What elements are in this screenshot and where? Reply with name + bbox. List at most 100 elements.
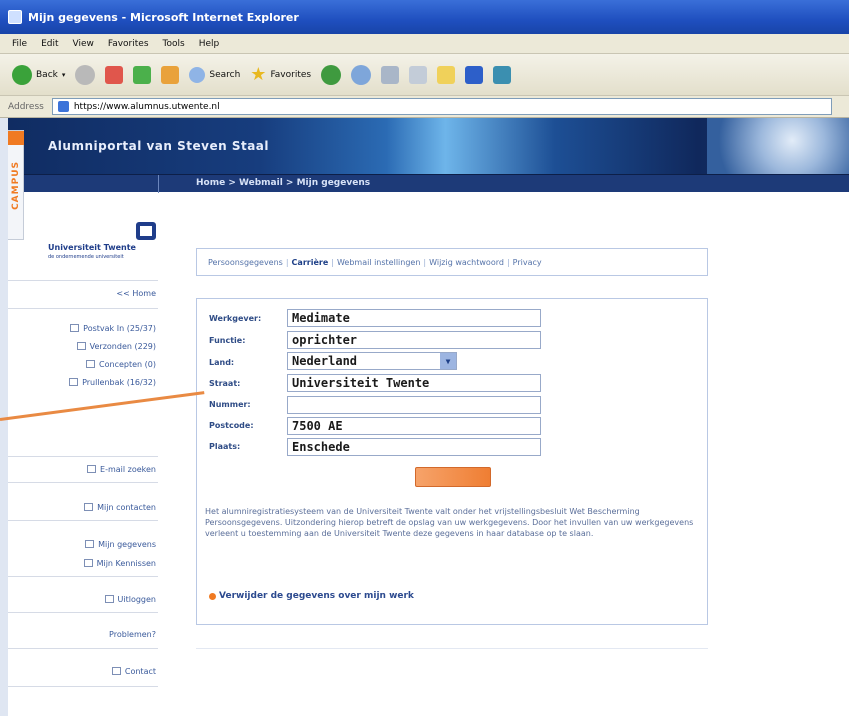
- ie-icon: [8, 10, 22, 24]
- street-label: Straat:: [209, 379, 241, 388]
- concepts-icon: [86, 360, 96, 368]
- sidebar-divider: [8, 576, 158, 577]
- address-url: https://www.alumnus.utwente.nl: [73, 101, 220, 112]
- content-divider: [196, 648, 708, 649]
- delete-work-data-label: Verwijder de gegevens over mijn werk: [219, 591, 414, 601]
- folder-icon[interactable]: [437, 65, 456, 84]
- campus-tab[interactable]: CAMPUS: [8, 130, 24, 240]
- sidebar-item-problems[interactable]: Problemen?: [8, 623, 158, 645]
- country-select[interactable]: Nederland ▼: [287, 352, 457, 370]
- menu-view[interactable]: View: [73, 39, 94, 49]
- bluetooth-icon[interactable]: [465, 65, 484, 84]
- sidebar-item-trash[interactable]: Prullenbak (16/32): [8, 371, 158, 393]
- nav-divider: [158, 175, 159, 193]
- chevron-down-icon: ▾: [61, 70, 66, 79]
- number-input[interactable]: [287, 396, 541, 414]
- save-button[interactable]: [415, 467, 491, 487]
- window-titlebar: Mijn gegevens - Microsoft Internet Explo…: [0, 0, 849, 34]
- logo-tagline: de ondernemende universiteit: [48, 254, 124, 260]
- tab-change-password[interactable]: Wijzig wachtwoord: [426, 258, 507, 267]
- campus-tab-stripe: [8, 131, 24, 145]
- career-form: Werkgever: Functie: Land: Nederland ▼ St…: [196, 298, 708, 625]
- search-icon: [189, 66, 206, 83]
- function-input[interactable]: [287, 331, 541, 349]
- delete-work-data-link[interactable]: Verwijder de gegevens over mijn werk: [209, 591, 414, 601]
- city-input[interactable]: [287, 438, 541, 456]
- sidebar-divider: [8, 308, 158, 309]
- logout-icon: [104, 595, 114, 603]
- forward-button[interactable]: [75, 64, 96, 85]
- edit-icon[interactable]: [409, 65, 428, 84]
- stop-icon[interactable]: [105, 65, 124, 84]
- postcode-label: Postcode:: [209, 421, 254, 430]
- home-icon[interactable]: [161, 65, 180, 84]
- number-label: Nummer:: [209, 400, 251, 409]
- city-label: Plaats:: [209, 442, 241, 451]
- street-input[interactable]: [287, 374, 541, 392]
- sidebar-item-my-friends[interactable]: Mijn Kennissen: [8, 552, 158, 574]
- media-icon[interactable]: [321, 64, 342, 85]
- menu-file[interactable]: File: [12, 39, 27, 49]
- sidebar-divider: [8, 648, 158, 649]
- print-icon[interactable]: [381, 65, 400, 84]
- messenger-icon[interactable]: [493, 65, 512, 84]
- postcode-input[interactable]: [287, 417, 541, 435]
- sidebar-item-label: Uitloggen: [117, 594, 156, 604]
- ut-logo-icon: [136, 222, 156, 240]
- breadcrumb[interactable]: Home > Webmail > Mijn gegevens: [196, 178, 370, 188]
- nav-bar: Home > Webmail > Mijn gegevens: [8, 174, 849, 193]
- tab-webmail-settings[interactable]: Webmail instellingen: [334, 258, 423, 267]
- page-content: Alumniportal van Steven Staal Home > Web…: [8, 118, 849, 716]
- contacts-icon: [84, 503, 94, 511]
- sidebar-item-contact[interactable]: Contact: [8, 660, 158, 682]
- search-icon: [87, 465, 97, 473]
- portal-banner: Alumniportal van Steven Staal: [8, 118, 849, 174]
- address-label: Address: [8, 101, 44, 112]
- sidebar-item-email-search[interactable]: E-mail zoeken: [8, 458, 158, 480]
- sidebar-item-contacts[interactable]: Mijn contacten: [8, 496, 158, 518]
- menu-help[interactable]: Help: [199, 39, 220, 49]
- campus-tab-label: CAMPUS: [10, 160, 21, 210]
- refresh-icon[interactable]: [133, 65, 152, 84]
- menu-favorites[interactable]: Favorites: [108, 39, 149, 49]
- window-title: Mijn gegevens - Microsoft Internet Explo…: [28, 10, 299, 24]
- sidebar-item-home[interactable]: << Home: [8, 282, 158, 304]
- menu-tools[interactable]: Tools: [163, 39, 185, 49]
- tab-privacy[interactable]: Privacy: [510, 258, 545, 267]
- sidebar-item-label: Mijn Kennissen: [96, 558, 156, 568]
- sent-icon: [76, 342, 86, 350]
- mail-icon[interactable]: [351, 64, 372, 85]
- sidebar-item-label: Mijn gegevens: [98, 539, 156, 549]
- settings-tabs: Persoonsgegevens | Carrière | Webmail in…: [196, 248, 708, 276]
- sidebar-item-logout[interactable]: Uitloggen: [8, 588, 158, 610]
- sidebar-item-label: Contact: [124, 666, 156, 676]
- sidebar-item-label: Problemen?: [109, 629, 156, 639]
- trash-icon: [69, 378, 79, 386]
- sidebar-item-label: Concepten (0): [99, 359, 156, 369]
- world-map-image: [707, 118, 849, 174]
- menu-edit[interactable]: Edit: [41, 39, 58, 49]
- tab-career[interactable]: Carrière: [289, 258, 332, 267]
- favorites-button[interactable]: ★ Favorites: [250, 64, 311, 85]
- sidebar-item-label: Verzonden (229): [89, 341, 156, 351]
- browser-toolbar: Back ▾ Search ★ Favorites: [0, 54, 849, 96]
- bullet-icon: [209, 592, 216, 600]
- back-button[interactable]: Back ▾: [12, 64, 66, 85]
- address-bar: Address https://www.alumnus.utwente.nl: [0, 96, 849, 118]
- sidebar-divider: [8, 686, 158, 687]
- chevron-down-icon[interactable]: ▼: [440, 353, 456, 369]
- inbox-icon: [70, 324, 80, 332]
- country-selected-value: Nederland: [292, 354, 358, 368]
- sidebar-item-label: Mijn contacten: [97, 502, 156, 512]
- contact-icon: [111, 667, 121, 675]
- sidebar-item-label: Postvak In (25/37): [83, 323, 156, 333]
- sidebar-item-label: << Home: [116, 288, 156, 298]
- address-field[interactable]: https://www.alumnus.utwente.nl: [51, 98, 832, 115]
- user-icon: [85, 540, 95, 548]
- logo-name: Universiteit Twente: [48, 243, 136, 252]
- employer-input[interactable]: [287, 309, 541, 327]
- search-button[interactable]: Search: [189, 66, 240, 83]
- portal-title: Alumniportal van Steven Staal: [48, 139, 270, 153]
- tab-personal[interactable]: Persoonsgegevens: [205, 258, 286, 267]
- sidebar-divider: [8, 520, 158, 521]
